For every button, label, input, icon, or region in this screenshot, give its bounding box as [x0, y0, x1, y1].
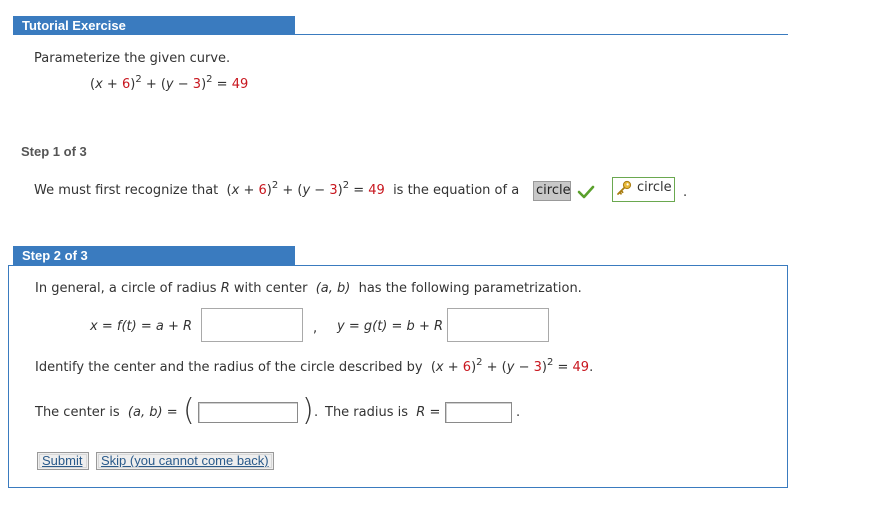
- param-comma: ,: [313, 321, 318, 336]
- radius-period: .: [516, 405, 521, 420]
- header-rule: [295, 34, 788, 35]
- center-label: The center is (a, b) =: [35, 405, 178, 420]
- right-paren: ): [302, 393, 314, 428]
- step1-answer-value: circle: [536, 183, 571, 198]
- center-input[interactable]: [198, 402, 298, 423]
- radius-input[interactable]: [445, 402, 512, 423]
- correct-answer-reveal[interactable]: circle: [612, 177, 675, 202]
- step2-intro: In general, a circle of radius R with ce…: [35, 281, 582, 296]
- x-parametrization: x = f(t) = a + R: [90, 319, 193, 334]
- radius-label: The radius is R =: [325, 405, 441, 420]
- skip-button[interactable]: Skip (you cannot come back): [96, 452, 274, 470]
- step1-label: Step 1 of 3: [21, 144, 87, 159]
- step2-header: Step 2 of 3: [13, 246, 295, 265]
- center-period: .: [314, 405, 319, 420]
- step1-answer-field[interactable]: circle: [533, 181, 571, 201]
- submit-button[interactable]: Submit: [37, 452, 89, 470]
- step1-sentence: We must first recognize that (x + 6)2 + …: [34, 179, 520, 198]
- y-parametrization: y = g(t) = b + R: [337, 319, 444, 334]
- problem-instruction: Parameterize the given curve.: [34, 51, 231, 66]
- y-func-input[interactable]: [447, 308, 549, 342]
- x-func-input[interactable]: [201, 308, 303, 342]
- identify-sentence: Identify the center and the radius of th…: [35, 356, 594, 375]
- key-icon: [616, 180, 632, 196]
- step1-period: .: [683, 185, 688, 200]
- correct-check-icon: [577, 184, 595, 200]
- correct-answer-label: circle: [637, 180, 672, 195]
- step2-label: Step 2 of 3: [22, 248, 88, 263]
- left-paren: (: [183, 393, 195, 428]
- exercise-header: Tutorial Exercise: [13, 16, 295, 35]
- exercise-title: Tutorial Exercise: [22, 18, 126, 33]
- problem-equation: (x + 6)2 + (y − 3)2 = 49: [90, 73, 249, 92]
